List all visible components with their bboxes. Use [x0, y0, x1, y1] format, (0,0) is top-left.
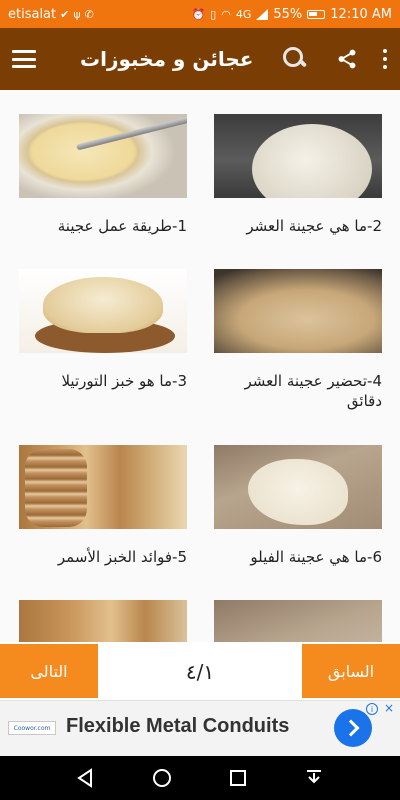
recent-apps-square-icon[interactable] — [228, 768, 248, 788]
more-options-icon[interactable] — [382, 49, 388, 69]
article-card[interactable] — [214, 600, 382, 642]
article-title: 1-طريقة عمل عجينة — [57, 217, 187, 235]
ad-open-arrow-icon[interactable] — [334, 709, 372, 747]
phone-icon: ✆ — [84, 7, 94, 21]
hamburger-menu-icon[interactable] — [12, 50, 36, 68]
article-title: 5-فوائد الخبز الأسمر — [57, 548, 187, 566]
ad-headline[interactable]: Flexible Metal Conduits — [66, 715, 289, 738]
ad-logo: Coowor.com — [8, 721, 56, 735]
ad-info-icon[interactable]: i — [366, 703, 378, 715]
search-icon[interactable] — [280, 44, 310, 74]
ad-banner[interactable]: Coowor.com Flexible Metal Conduits i × — [0, 700, 400, 756]
usb-icon: ψ — [73, 7, 81, 21]
vibrate-icon: ▯ — [210, 7, 217, 21]
article-card[interactable]: 3-ما هو خبز التورتيلا — [19, 269, 187, 391]
page-title: عجائن و مخبوزات — [80, 47, 254, 71]
battery-percent: 55% — [273, 6, 303, 22]
article-thumbnail — [19, 269, 187, 353]
previous-page-button[interactable]: السابق — [302, 644, 400, 698]
status-bar: etisalat ✔ ψ ✆ ⏰ ▯ ◠ 4G 55% 12:10 AM — [0, 0, 400, 28]
next-page-button[interactable]: التالى — [0, 644, 98, 698]
shield-check-icon: ✔ — [60, 7, 70, 21]
back-triangle-icon[interactable] — [76, 768, 96, 788]
article-title: 4-تحضير عجينة العشر دقائق — [244, 372, 382, 410]
carrier-name: etisalat — [8, 6, 57, 22]
battery-icon — [307, 9, 326, 19]
signal-icon — [256, 8, 269, 20]
alarm-icon: ⏰ — [191, 7, 206, 21]
article-card[interactable]: 5-فوائد الخبز الأسمر — [19, 445, 187, 567]
article-thumbnail — [19, 600, 187, 642]
article-thumbnail — [214, 600, 382, 642]
home-circle-icon[interactable] — [152, 768, 172, 788]
article-card[interactable] — [19, 600, 187, 642]
article-card[interactable]: 2-ما هي عجينة العشر — [214, 114, 382, 236]
article-title: 6-ما هي عجينة الفيلو — [250, 548, 382, 566]
article-thumbnail — [214, 114, 382, 198]
article-thumbnail — [19, 114, 187, 198]
article-thumbnail — [19, 445, 187, 529]
article-title: 2-ما هي عجينة العشر — [246, 217, 382, 235]
pager: التالى ٤/١ السابق — [0, 642, 400, 700]
article-card[interactable]: 4-تحضير عجينة العشر دقائق — [214, 269, 382, 411]
system-nav-bar — [0, 756, 400, 800]
notification-pull-down-icon[interactable] — [304, 768, 324, 788]
article-card[interactable]: 6-ما هي عجينة الفيلو — [214, 445, 382, 567]
article-card[interactable]: 1-طريقة عمل عجينة — [19, 114, 187, 236]
ad-close-icon[interactable]: × — [382, 701, 396, 715]
clock-time: 12:10 AM — [330, 6, 392, 22]
status-left: etisalat ✔ ψ ✆ — [8, 7, 94, 22]
article-thumbnail — [214, 269, 382, 353]
app-bar: عجائن و مخبوزات — [0, 28, 400, 90]
network-type-label: 4G — [235, 7, 252, 21]
article-title: 3-ما هو خبز التورتيلا — [61, 372, 187, 390]
status-right: ⏰ ▯ ◠ 4G 55% 12:10 AM — [191, 7, 392, 22]
wifi-icon: ◠ — [221, 7, 231, 21]
page-indicator: ٤/١ — [185, 660, 215, 684]
share-icon[interactable] — [336, 48, 358, 70]
article-thumbnail — [214, 445, 382, 529]
article-grid: 2-ما هي عجينة العشر 1-طريقة عمل عجينة 4-… — [0, 90, 400, 642]
